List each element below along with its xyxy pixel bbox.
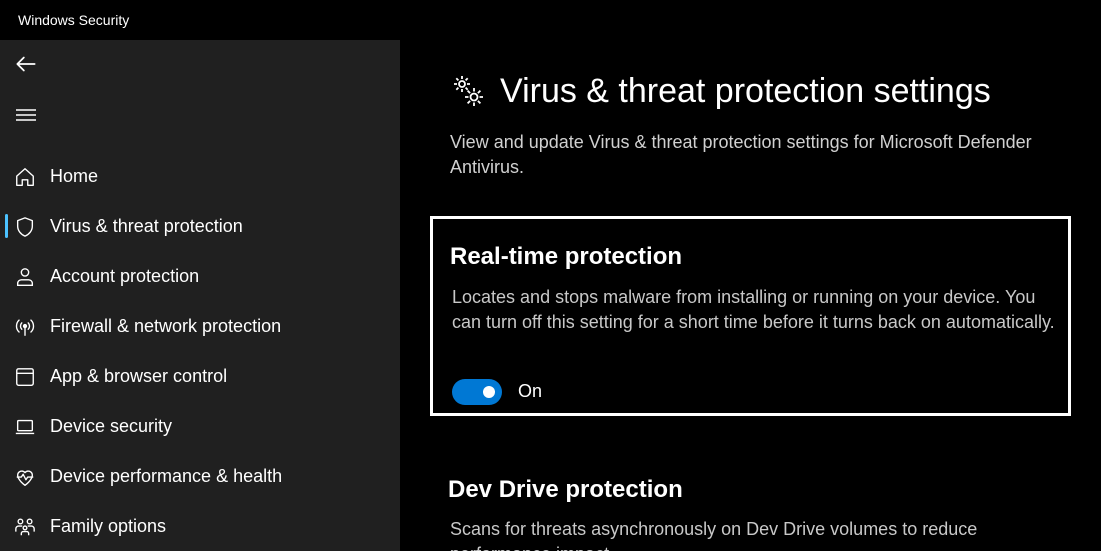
page-title: Virus & threat protection settings: [500, 72, 991, 110]
gears-icon: [454, 76, 483, 106]
title-bar: Windows Security: [0, 0, 1101, 40]
real-time-protection-description: Locates and stops malware from installin…: [452, 287, 1055, 332]
menu-button[interactable]: [12, 101, 40, 129]
family-icon: [15, 518, 35, 536]
page-description: View and update Virus & threat protectio…: [450, 132, 1032, 177]
wireless-icon: [15, 319, 35, 336]
person-icon: [16, 268, 34, 286]
selection-indicator: [5, 214, 8, 238]
main-content: Virus & threat protection settings View …: [400, 40, 1101, 551]
window-title: Windows Security: [18, 12, 130, 28]
sidebar-item-label: Family options: [50, 516, 167, 536]
toggle-state-label: On: [518, 381, 543, 401]
shield-icon: [16, 217, 34, 237]
home-icon: [16, 168, 34, 186]
sidebar-item-label: Device performance & health: [50, 466, 283, 486]
sidebar-item-label: Account protection: [50, 266, 200, 286]
sidebar: Home Virus & threat protection Account p…: [0, 40, 400, 551]
real-time-protection-card: Real-time protection Locates and stops m…: [430, 216, 1071, 416]
toggle-knob: [483, 386, 495, 398]
real-time-protection-toggle[interactable]: [452, 379, 502, 405]
sidebar-item-virus-threat-protection[interactable]: Virus & threat protection: [0, 206, 400, 246]
sidebar-item-label: App & browser control: [50, 366, 228, 386]
back-button[interactable]: [12, 50, 40, 78]
sidebar-item-device-performance-health[interactable]: Device performance & health: [0, 456, 400, 496]
sidebar-item-label: Device security: [50, 416, 173, 436]
sidebar-item-firewall-network[interactable]: Firewall & network protection: [0, 306, 400, 346]
sidebar-item-label: Virus & threat protection: [50, 216, 243, 236]
real-time-protection-title: Real-time protection: [450, 243, 683, 270]
heart-pulse-icon: [16, 470, 34, 486]
sidebar-item-label: Home: [50, 166, 99, 186]
sidebar-item-app-browser-control[interactable]: App & browser control: [0, 356, 400, 396]
laptop-icon: [15, 419, 35, 435]
app-window-icon: [16, 368, 34, 386]
hamburger-icon: [16, 109, 36, 121]
sidebar-item-account-protection[interactable]: Account protection: [0, 256, 400, 296]
dev-drive-protection-title: Dev Drive protection: [448, 476, 683, 503]
sidebar-item-home[interactable]: Home: [0, 156, 400, 196]
sidebar-item-family-options[interactable]: Family options: [0, 506, 400, 546]
sidebar-item-device-security[interactable]: Device security: [0, 406, 400, 446]
dev-drive-protection-description: Scans for threats asynchronously on Dev …: [450, 519, 978, 551]
sidebar-item-label: Firewall & network protection: [50, 316, 282, 336]
back-arrow-icon: [16, 56, 36, 72]
